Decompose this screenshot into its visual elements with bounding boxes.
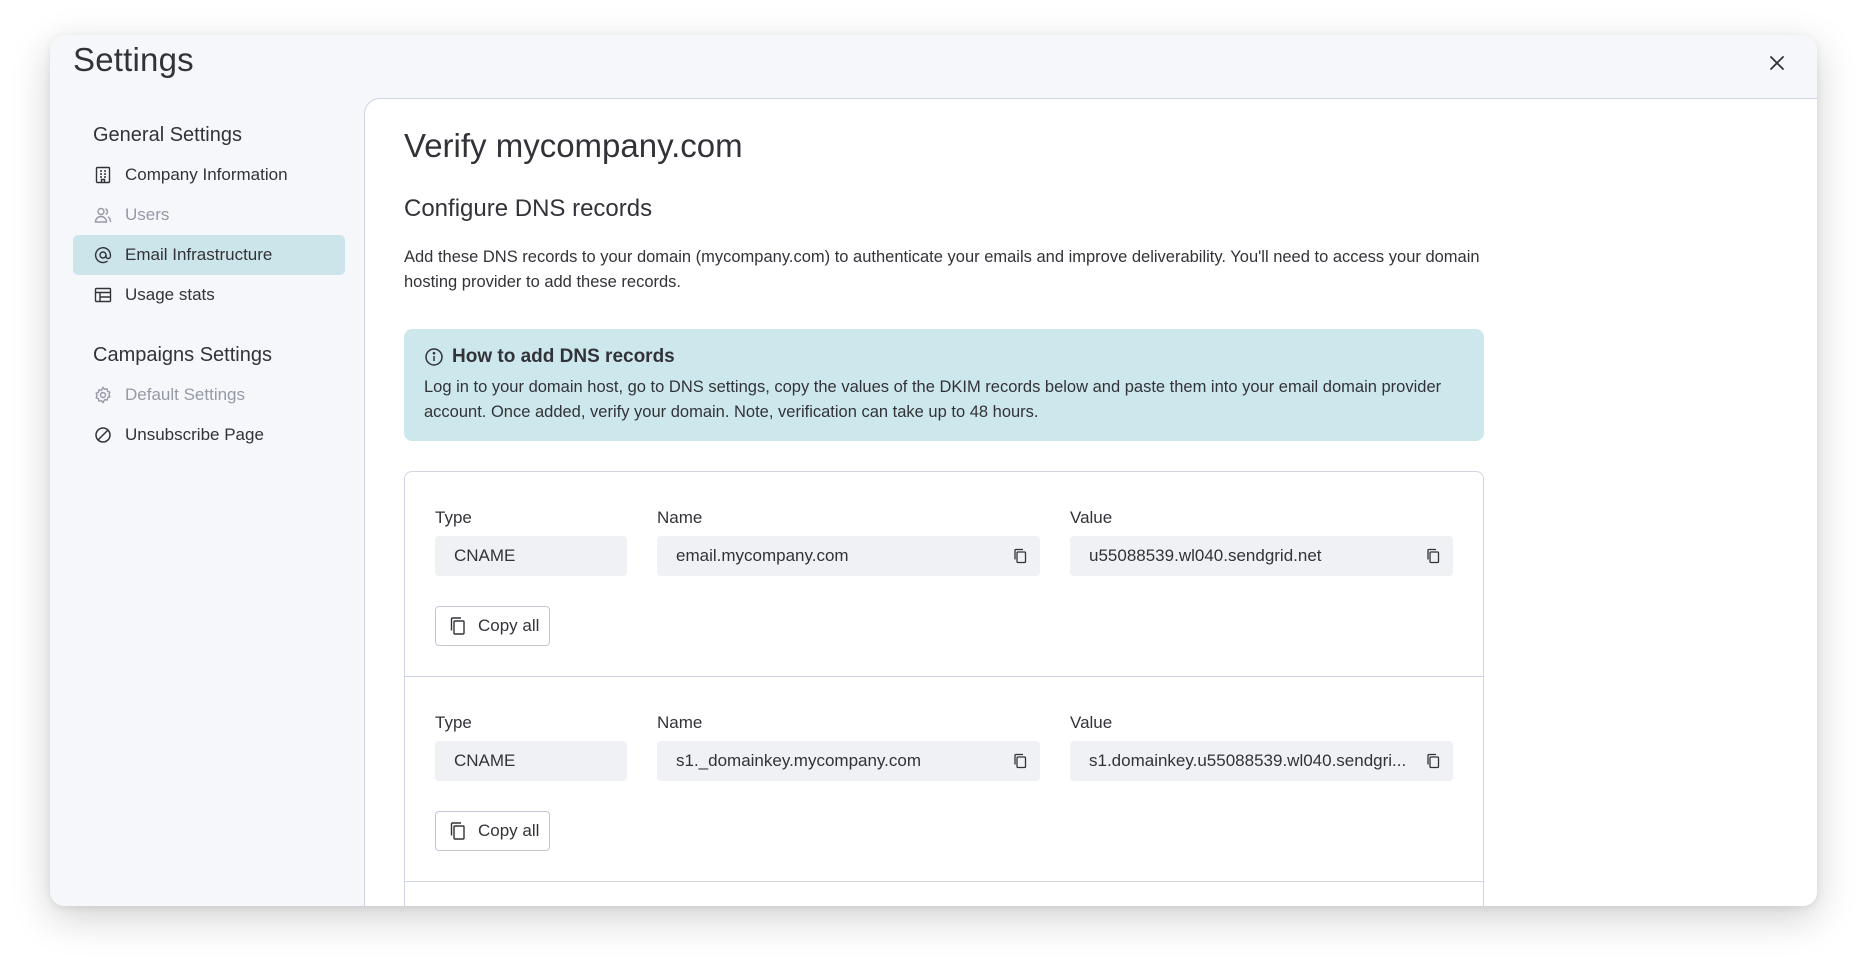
- copy-icon[interactable]: [1010, 751, 1030, 771]
- sidebar-item-label: Unsubscribe Page: [125, 425, 264, 444]
- gear-icon: [93, 385, 113, 405]
- value-label: Value: [1070, 508, 1113, 527]
- prohibited-icon: [93, 425, 113, 445]
- general-settings-heading: General Settings: [93, 124, 242, 146]
- type-label: Type: [435, 508, 472, 527]
- record-name-field[interactable]: email.mycompany.com: [657, 536, 1040, 576]
- copy-icon: [448, 616, 468, 636]
- sidebar-item-usage-stats[interactable]: Usage stats: [73, 275, 345, 315]
- close-icon: [1770, 56, 1784, 70]
- sidebar-item-email-infrastructure[interactable]: Email Infrastructure: [73, 235, 345, 275]
- main-content-panel: Verify mycompany.com Configure DNS recor…: [364, 98, 1817, 906]
- name-label: Name: [657, 713, 703, 732]
- copy-icon[interactable]: [1010, 546, 1030, 566]
- copy-all-label: Copy all: [478, 616, 540, 635]
- info-icon: [424, 347, 444, 367]
- record-value-field[interactable]: u55088539.wl040.sendgrid.net: [1070, 536, 1453, 576]
- users-icon: [93, 205, 113, 225]
- info-callout-heading: How to add DNS records: [424, 343, 1464, 371]
- settings-window: Settings General Settings Company Inform…: [50, 35, 1817, 906]
- settings-sidebar: General Settings Company Information Use…: [73, 115, 345, 455]
- copy-icon[interactable]: [1423, 751, 1443, 771]
- value-label: Value: [1070, 713, 1113, 732]
- record-name-field[interactable]: s1._domainkey.mycompany.com: [657, 741, 1040, 781]
- copy-icon[interactable]: [1423, 546, 1443, 566]
- sidebar-item-default-settings[interactable]: Default Settings: [73, 375, 345, 415]
- record-value-field[interactable]: s1.domainkey.u55088539.wl040.sendgri...: [1070, 741, 1453, 781]
- sidebar-item-label: Usage stats: [125, 285, 215, 304]
- sidebar-item-company-information[interactable]: Company Information: [73, 155, 345, 195]
- info-callout: How to add DNS records Log in to your do…: [404, 329, 1484, 441]
- record-type-field[interactable]: CNAME: [435, 536, 627, 576]
- sidebar-item-label: Email Infrastructure: [125, 245, 273, 264]
- copy-all-label: Copy all: [478, 821, 540, 840]
- sidebar-item-label: Default Settings: [125, 385, 246, 404]
- copy-all-button[interactable]: Copy all: [435, 811, 551, 851]
- info-heading-text: How to add DNS records: [452, 346, 675, 367]
- name-label: Name: [657, 508, 703, 527]
- sidebar-item-unsubscribe-page[interactable]: Unsubscribe Page: [73, 415, 345, 455]
- dns-record: Type Name Value CNAME email.mycompany.co…: [405, 472, 1483, 677]
- sidebar-item-users[interactable]: Users: [73, 195, 345, 235]
- campaigns-settings-heading: Campaigns Settings: [93, 344, 272, 366]
- record-type-field[interactable]: CNAME: [435, 741, 627, 781]
- page-title: Verify mycompany.com: [404, 127, 743, 164]
- copy-all-button[interactable]: Copy all: [435, 606, 551, 646]
- dns-records-list: Type Name Value CNAME email.mycompany.co…: [404, 471, 1484, 906]
- section-description: Add these DNS records to your domain (my…: [404, 248, 1480, 291]
- info-callout-text: Log in to your domain host, go to DNS se…: [424, 378, 1442, 421]
- close-button[interactable]: [1759, 45, 1795, 81]
- at-sign-icon: [93, 245, 113, 265]
- section-title: Configure DNS records: [404, 195, 653, 222]
- window-title: Settings: [73, 41, 194, 78]
- type-label: Type: [435, 713, 472, 732]
- dns-record: Type Name Value CNAME s1._domainkey.myco…: [405, 677, 1483, 882]
- sidebar-item-label: Company Information: [125, 165, 288, 184]
- copy-icon: [448, 821, 468, 841]
- building-icon: [93, 165, 113, 185]
- stats-table-icon: [93, 285, 113, 305]
- sidebar-item-label: Users: [125, 205, 170, 224]
